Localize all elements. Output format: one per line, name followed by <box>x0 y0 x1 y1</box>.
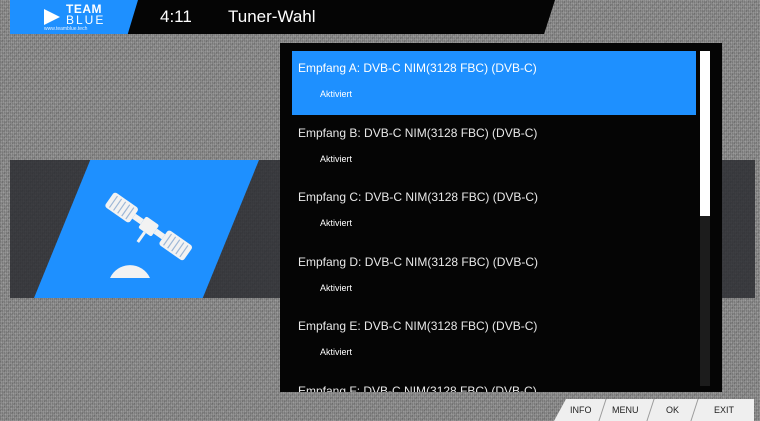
tuner-item[interactable]: Empfang E: DVB-C NIM(3128 FBC) (DVB-C) Ak… <box>292 309 696 373</box>
tuner-name: Empfang A: DVB-C NIM(3128 FBC) (DVB-C) <box>298 61 537 75</box>
logo-text: TEAM BLUE <box>66 3 106 27</box>
logo-chevron-icon <box>44 9 60 25</box>
tuner-name: Empfang E: DVB-C NIM(3128 FBC) (DVB-C) <box>298 319 538 333</box>
tuner-item[interactable]: Empfang B: DVB-C NIM(3128 FBC) (DVB-C) Ak… <box>292 116 696 180</box>
tuner-item[interactable]: Empfang D: DVB-C NIM(3128 FBC) (DVB-C) Ak… <box>292 245 696 309</box>
satellite-icon <box>105 192 192 278</box>
tuner-status: Aktiviert <box>320 347 353 357</box>
key-info[interactable]: INFO <box>570 405 592 415</box>
tuner-status: Aktiviert <box>320 282 353 293</box>
tuner-name: Empfang B: DVB-C NIM(3128 FBC) (DVB-C) <box>298 125 538 140</box>
team-blue-logo: TEAM BLUE www.teamblue.tech <box>10 0 138 34</box>
tuner-status: Aktiviert <box>320 153 353 164</box>
tuner-name: Empfang D: DVB-C NIM(3128 FBC) (DVB-C) <box>298 254 539 269</box>
tuner-item[interactable]: Empfang C: DVB-C NIM(3128 FBC) (DVB-C) Ak… <box>292 180 696 244</box>
key-hints: INFO MENU OK EXIT <box>554 399 754 421</box>
tuner-status: Aktiviert <box>320 89 353 99</box>
tuner-name: Empfang F: DVB-C NIM(3128 FBC) (DVB-C) <box>298 383 537 393</box>
key-separator <box>598 399 607 421</box>
scrollbar[interactable] <box>700 51 710 386</box>
clock: 4:11 <box>160 7 192 26</box>
tuner-item[interactable]: Empfang F: DVB-C NIM(3128 FBC) (DVB-C) <box>292 374 696 393</box>
tuner-item[interactable]: Empfang A: DVB-C NIM(3128 FBC) (DVB-C) Ak… <box>292 51 696 115</box>
key-exit[interactable]: EXIT <box>714 405 734 415</box>
scrollbar-thumb[interactable] <box>700 51 710 216</box>
logo-url: www.teamblue.tech <box>44 26 88 32</box>
key-separator <box>690 399 699 421</box>
logo-line-2: BLUE <box>66 13 106 27</box>
key-menu[interactable]: MENU <box>612 405 639 415</box>
page-title: Tuner-Wahl <box>228 7 316 26</box>
tuner-status: Aktiviert <box>320 218 353 228</box>
tuner-list: Empfang A: DVB-C NIM(3128 FBC) (DVB-C) Ak… <box>280 43 722 392</box>
key-ok[interactable]: OK <box>666 405 679 415</box>
tuner-name: Empfang C: DVB-C NIM(3128 FBC) (DVB-C) <box>298 190 539 204</box>
key-separator <box>646 399 655 421</box>
